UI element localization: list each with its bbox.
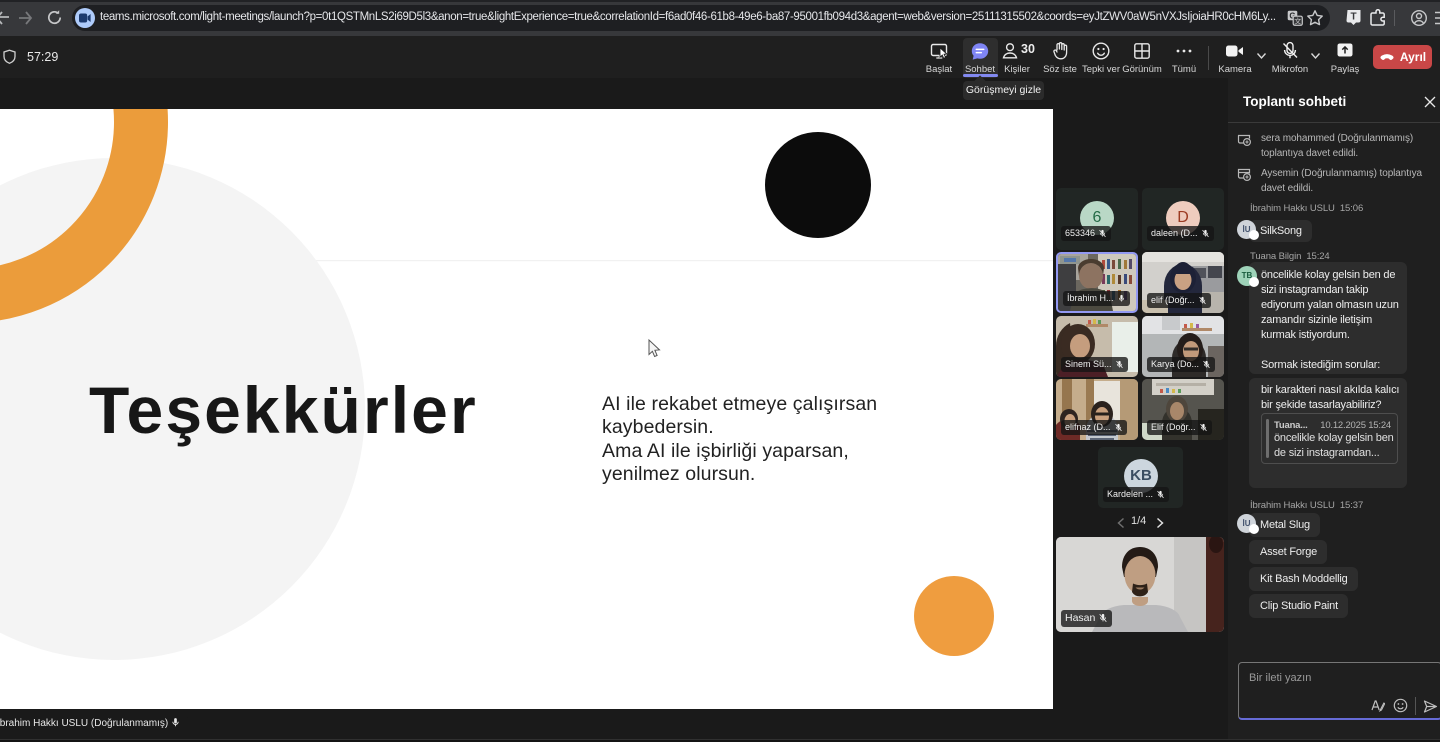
svg-text:文: 文 xyxy=(1294,17,1301,26)
svg-text:T: T xyxy=(1351,12,1357,23)
